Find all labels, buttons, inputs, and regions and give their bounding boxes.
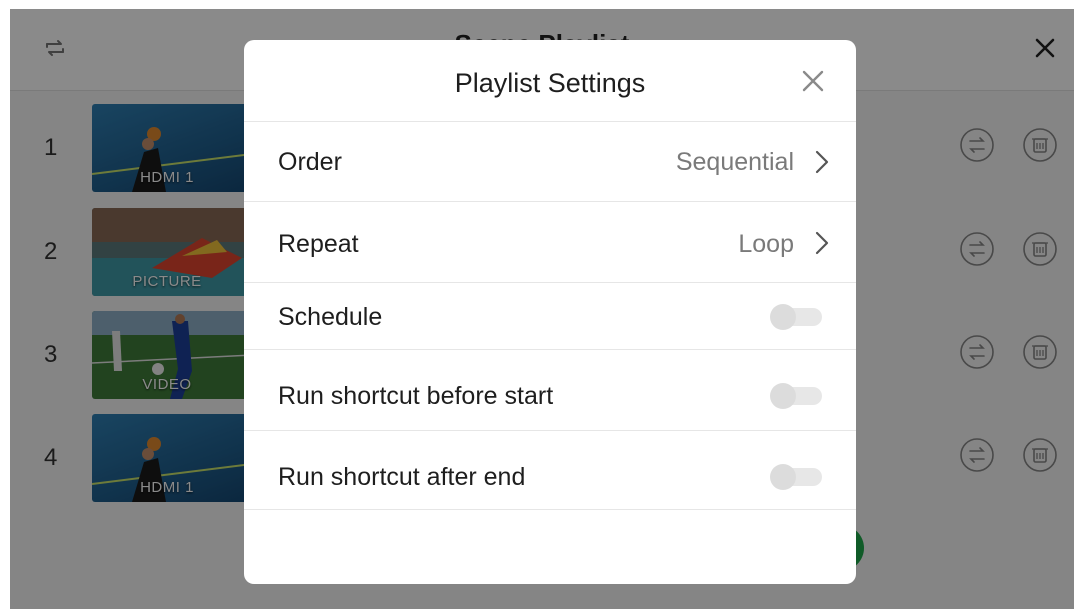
chevron-right-icon (815, 231, 829, 255)
chevron-right-icon (815, 150, 829, 174)
setting-schedule: Schedule (244, 283, 856, 350)
schedule-toggle[interactable] (770, 304, 826, 330)
dialog-header: Playlist Settings (244, 40, 856, 122)
shortcut-after-toggle[interactable] (770, 464, 826, 490)
dialog-title: Playlist Settings (454, 68, 646, 98)
setting-value: Sequential (675, 148, 794, 176)
setting-shortcut-before: Run shortcut before start (244, 350, 856, 431)
setting-label: Run shortcut before start (278, 382, 554, 410)
playlist-settings-dialog: Playlist Settings Order Sequential Repea… (244, 40, 856, 584)
setting-label: Run shortcut after end (278, 463, 526, 491)
toggle-knob (770, 383, 796, 409)
close-icon[interactable] (798, 66, 828, 96)
toggle-knob (770, 464, 796, 490)
setting-label: Schedule (278, 303, 383, 331)
setting-label: Order (278, 148, 342, 176)
toggle-knob (770, 304, 796, 330)
setting-shortcut-after: Run shortcut after end (244, 431, 856, 510)
shortcut-before-toggle[interactable] (770, 383, 826, 409)
setting-repeat[interactable]: Repeat Loop (244, 202, 856, 283)
setting-value: Loop (738, 230, 794, 258)
setting-order[interactable]: Order Sequential (244, 122, 856, 202)
setting-label: Repeat (278, 230, 359, 258)
